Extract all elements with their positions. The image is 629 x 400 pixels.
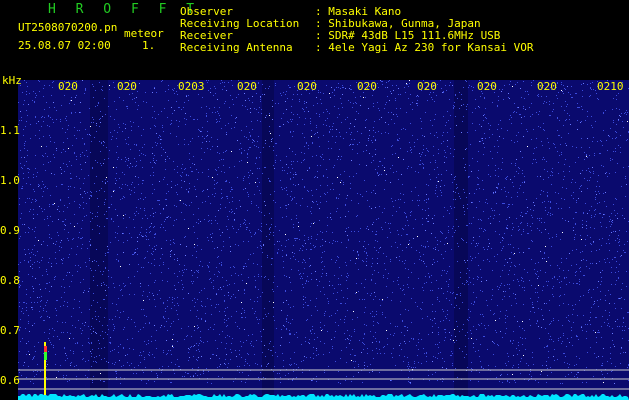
hrofft-window: H R O F F T UT2508070200.pn meteor 25.08… bbox=[0, 0, 629, 400]
program-title: H R O F F T bbox=[48, 2, 201, 17]
meteor-echo-mid bbox=[44, 352, 47, 360]
y-tick: 1.0 bbox=[0, 174, 20, 187]
y-axis-unit: kHz bbox=[2, 74, 22, 87]
spectrogram-background bbox=[18, 80, 629, 400]
time-tick: 020 bbox=[357, 80, 377, 93]
y-tick: 0.7 bbox=[0, 324, 20, 337]
antenna-label: Receiving Antenna bbox=[180, 41, 293, 54]
dark-band bbox=[90, 80, 108, 400]
time-tick: 020 bbox=[58, 80, 78, 93]
count-label: 1. bbox=[142, 39, 156, 52]
spectrogram-area bbox=[18, 80, 629, 400]
y-tick: 0.6 bbox=[0, 374, 20, 387]
dark-band bbox=[262, 80, 274, 400]
time-tick: 020 bbox=[417, 80, 437, 93]
dark-band bbox=[454, 80, 468, 400]
time-tick: 020 bbox=[117, 80, 137, 93]
filename-label: UT2508070200.pn bbox=[18, 21, 118, 34]
y-tick: 0.8 bbox=[0, 274, 20, 287]
y-tick: 0.9 bbox=[0, 224, 20, 237]
time-tick: 020 bbox=[297, 80, 317, 93]
time-tick: 0210 bbox=[597, 80, 624, 93]
antenna-value: : 4ele Yagi Az 230 for Kansai VOR bbox=[315, 41, 534, 54]
spectrogram-canvas bbox=[18, 80, 629, 400]
time-tick: 0203 bbox=[178, 80, 205, 93]
timestamp-label: 25.08.07 02:00 bbox=[18, 39, 111, 52]
meteor-echo-head bbox=[44, 346, 47, 352]
time-tick: 020 bbox=[537, 80, 557, 93]
y-tick: 1.1 bbox=[0, 124, 20, 137]
time-tick: 020 bbox=[477, 80, 497, 93]
time-tick: 020 bbox=[237, 80, 257, 93]
